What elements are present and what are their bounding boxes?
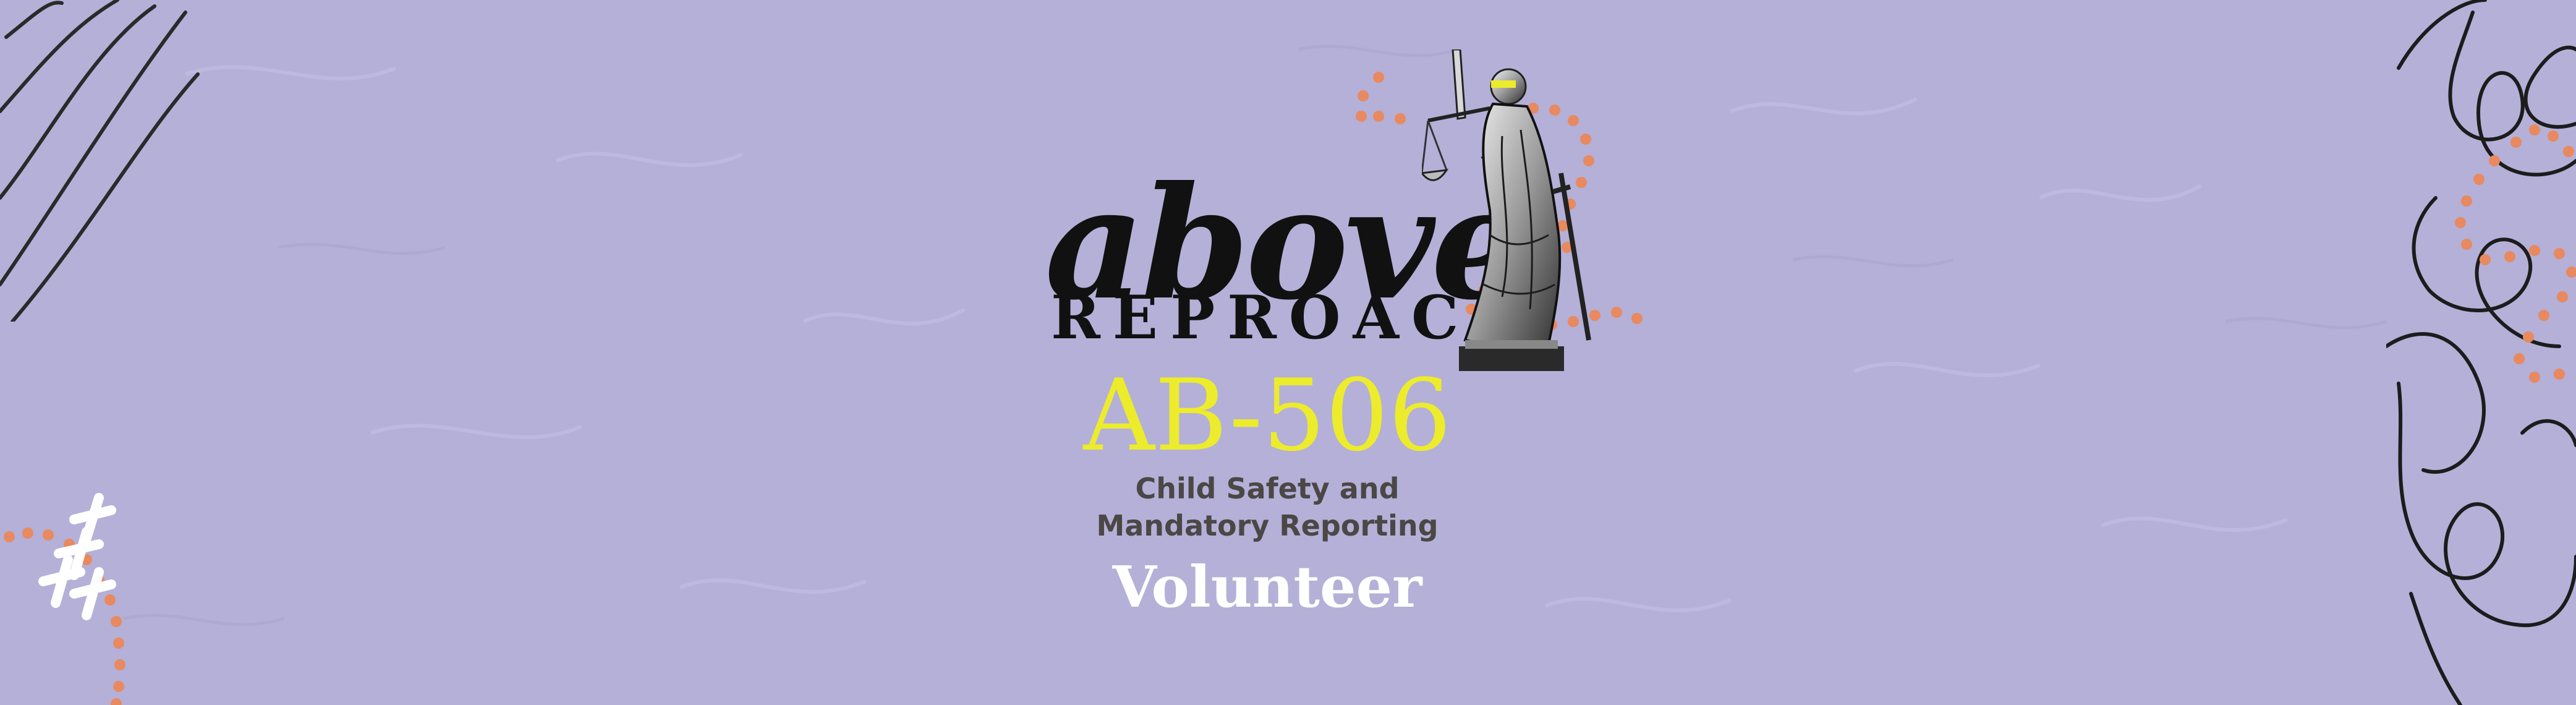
course-code: AB-506 bbox=[1083, 357, 1452, 473]
audience-label: Volunteer bbox=[1112, 553, 1422, 620]
course-subtitle-line-2: Mandatory Reporting bbox=[1096, 509, 1439, 542]
lady-justice-statue-icon bbox=[1422, 49, 1591, 371]
decorative-loops-right bbox=[2386, 0, 2576, 705]
course-subtitle-line-1: Child Safety and bbox=[1135, 472, 1400, 505]
decorative-crosses-icon bbox=[38, 493, 116, 620]
decorative-lines-top-left bbox=[0, 0, 200, 322]
course-subtitle: Child Safety and Mandatory Reporting bbox=[1014, 470, 1521, 544]
course-banner: above REPROACH AB-506 Child Safety and M… bbox=[0, 0, 2576, 705]
